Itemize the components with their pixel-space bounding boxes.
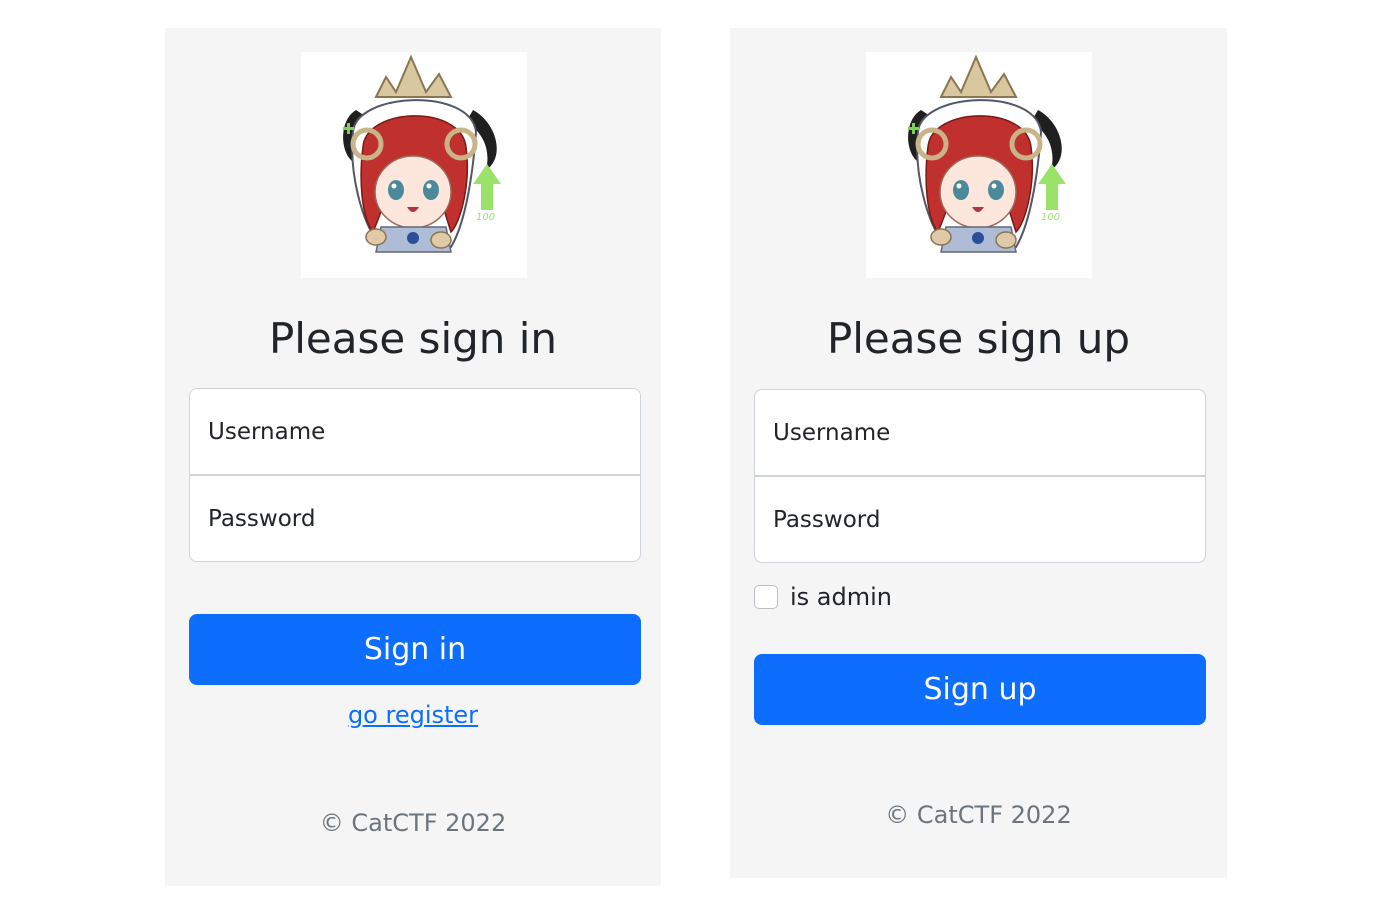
page-title: Please sign up — [826, 314, 1131, 363]
signup-panel: 100 Please sign up is admin Sign up © Ca… — [730, 28, 1227, 878]
is-admin-row: is admin — [754, 582, 892, 612]
is-admin-label: is admin — [790, 583, 892, 611]
avatar-image: 100 — [301, 52, 527, 278]
go-register-link[interactable]: go register — [348, 701, 478, 729]
avatar-badge-text: 100 — [476, 212, 495, 223]
password-field[interactable] — [189, 475, 641, 562]
is-admin-checkbox[interactable] — [754, 585, 778, 609]
username-field[interactable] — [189, 388, 641, 475]
footer-copyright: © CatCTF 2022 — [319, 809, 507, 837]
username-field[interactable] — [754, 389, 1206, 476]
chibi-avatar-icon: 100 — [343, 54, 501, 253]
sign-up-button[interactable]: Sign up — [754, 654, 1206, 725]
register-link-row: go register — [165, 700, 661, 730]
chibi-avatar-icon: 100 — [908, 54, 1066, 253]
footer-copyright: © CatCTF 2022 — [885, 801, 1072, 829]
avatar-badge-text: 100 — [1041, 212, 1060, 223]
avatar-image: 100 — [866, 52, 1092, 278]
sign-in-button[interactable]: Sign in — [189, 614, 641, 685]
page-title: Please sign in — [268, 314, 558, 363]
signin-panel: 100 Please sign in Sign in go register ©… — [165, 28, 661, 886]
password-field[interactable] — [754, 476, 1206, 563]
